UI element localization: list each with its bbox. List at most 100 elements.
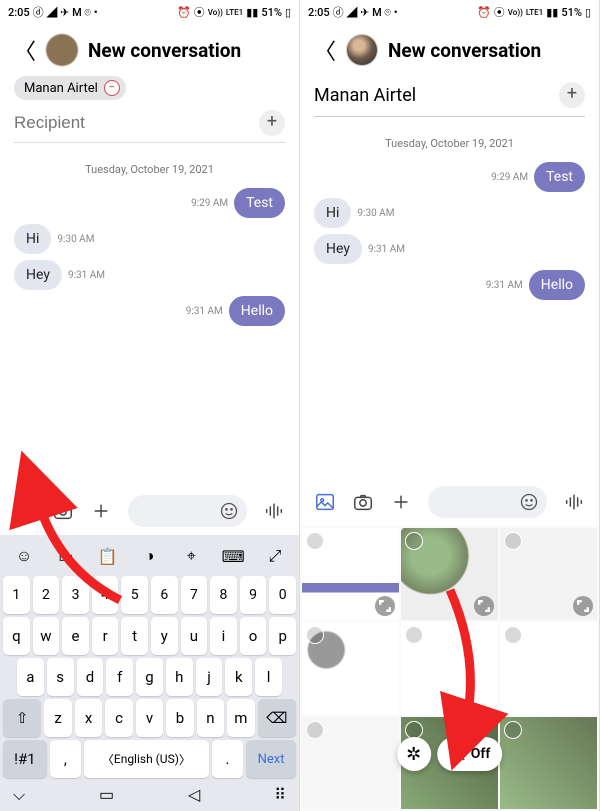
message-bubble-in[interactable]: Hey [14,260,62,290]
kb-expand-icon[interactable]: ⤢ [264,545,286,567]
gallery-thumb[interactable] [302,528,399,620]
gallery-thumb[interactable] [401,528,498,620]
message-bubble-in[interactable]: Hi [14,224,51,254]
key-f[interactable]: f [106,658,133,696]
camera-button[interactable] [352,491,374,513]
key-g[interactable]: g [136,658,163,696]
emoji-icon[interactable] [219,501,239,521]
key-d[interactable]: d [77,658,104,696]
recipient-input[interactable] [14,113,259,133]
key-6[interactable]: 6 [151,576,178,614]
key-next[interactable]: Next [246,740,296,778]
nav-back-icon[interactable]: ◁ [188,785,200,805]
key-u[interactable]: u [181,617,208,655]
recipient-chip[interactable]: Manan Airtel − [14,76,126,100]
key-0[interactable]: 0 [269,576,296,614]
key-8[interactable]: 8 [210,576,237,614]
kb-clipboard-icon[interactable]: 📋 [97,545,119,567]
key-h[interactable]: h [166,658,193,696]
back-button[interactable]: 〈 [314,34,336,66]
gallery-thumb[interactable] [500,717,597,809]
key-v[interactable]: v [136,699,163,737]
keyboard[interactable]: ☺ ▭ 📋 ◑ ⌖ ⌨ ⤢ 1234567890 qwertyuiop asdf… [0,535,299,811]
key-y[interactable]: y [151,617,178,655]
key-n[interactable]: n [197,699,224,737]
key-7[interactable]: 7 [181,576,208,614]
message-time: 9:31 AM [186,306,223,317]
add-recipient-button[interactable]: + [559,82,585,108]
picker-settings-button[interactable]: ✲ [397,737,431,771]
key-symbols[interactable]: !#1 [3,740,47,778]
kb-emoji-icon[interactable]: ☺ [13,545,35,567]
key-shift[interactable]: ⇧ [3,699,41,737]
gallery-button[interactable] [314,491,336,513]
compose-bar [0,487,299,535]
key-q[interactable]: q [3,617,30,655]
nav-home-icon[interactable]: ▭ [99,785,114,805]
key-period[interactable]: . [212,740,243,778]
gallery-thumb[interactable] [500,622,597,714]
key-j[interactable]: j [196,658,223,696]
avatar[interactable] [346,34,378,66]
key-b[interactable]: b [166,699,193,737]
voice-button[interactable] [563,491,585,513]
key-k[interactable]: k [225,658,252,696]
recipient-name[interactable]: Manan Airtel [314,85,416,106]
key-c[interactable]: c [105,699,132,737]
message-bubble-out[interactable]: Test [234,188,285,218]
key-space[interactable]: 〈 English (US) 〉 [84,740,209,778]
plus-button[interactable] [90,500,112,522]
camera-button[interactable] [52,500,74,522]
message-bubble-out[interactable]: Hello [229,296,285,326]
key-2[interactable]: 2 [33,576,60,614]
message-bubble-in[interactable]: Hi [314,198,351,228]
avatar[interactable] [46,34,78,66]
kb-settings-icon[interactable]: ⌨ [222,545,244,567]
key-i[interactable]: i [210,617,237,655]
add-recipient-button[interactable]: + [259,110,285,136]
keyboard-hide-icon[interactable]: ⌵ [13,785,25,805]
voice-button[interactable] [263,500,285,522]
key-z[interactable]: z [44,699,71,737]
key-comma[interactable]: , [50,740,81,778]
key-s[interactable]: s [47,658,74,696]
key-p[interactable]: p [269,617,296,655]
gallery-button[interactable] [14,500,36,522]
message-bubble-out[interactable]: Hello [529,270,585,300]
key-w[interactable]: w [33,617,60,655]
message-input[interactable] [428,486,547,518]
key-t[interactable]: t [121,617,148,655]
gallery-picker[interactable]: ✲ Off [300,526,599,811]
key-o[interactable]: o [240,617,267,655]
cloud-sync-toggle[interactable]: Off [437,737,503,771]
key-e[interactable]: e [62,617,89,655]
key-1[interactable]: 1 [3,576,30,614]
key-m[interactable]: m [227,699,254,737]
plus-button[interactable] [390,491,412,513]
key-5[interactable]: 5 [121,576,148,614]
chip-remove-icon[interactable]: − [104,80,120,96]
gallery-thumb[interactable] [500,528,597,620]
kb-scan-icon[interactable]: ⌖ [180,545,202,567]
key-3[interactable]: 3 [62,576,89,614]
emoji-icon[interactable] [519,492,539,512]
gallery-thumb[interactable] [302,717,399,809]
key-9[interactable]: 9 [240,576,267,614]
kb-gif-icon[interactable]: ◑ [138,545,160,567]
back-button[interactable]: 〈 [14,34,36,66]
key-x[interactable]: x [75,699,102,737]
kb-sticker-icon[interactable]: ▭ [55,545,77,567]
key-backspace[interactable]: ⌫ [258,699,296,737]
status-icons-left: ⓓ ◢ ✈ M ⌾ • [333,4,398,20]
key-4[interactable]: 4 [92,576,119,614]
key-r[interactable]: r [92,617,119,655]
gallery-thumb[interactable] [302,622,399,714]
gallery-thumb[interactable] [401,622,498,714]
message-bubble-out[interactable]: Test [534,162,585,192]
keyboard-toggle-icon[interactable]: ⠿ [274,785,286,805]
message-input[interactable] [128,495,247,527]
key-l[interactable]: l [255,658,282,696]
message-time: 9:29 AM [191,198,228,209]
key-a[interactable]: a [17,658,44,696]
message-bubble-in[interactable]: Hey [314,234,362,264]
